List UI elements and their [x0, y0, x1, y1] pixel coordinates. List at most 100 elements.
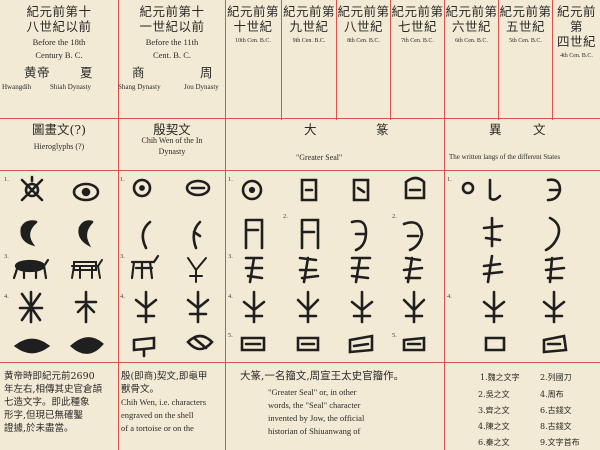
desc-cn: 證據,於未盡當。: [4, 423, 74, 434]
glyph-sun: [300, 178, 318, 202]
style-written-langs: 異 文 The written langs of the different S…: [445, 122, 600, 163]
dynasty-en: Shang Dynasty: [118, 83, 161, 91]
glyph-animal: [187, 257, 207, 283]
style-cn: 異: [489, 122, 502, 137]
desc-en: "Greater Seal" or, in other: [268, 387, 357, 397]
header-8th-century: 紀元前第 八世紀 8th Cen. B.C.: [337, 4, 390, 47]
header-cn-line: 紀元前第: [499, 4, 552, 19]
glyph-moon: [20, 220, 38, 247]
glyph-moon: [300, 218, 320, 250]
glyph-sun: [352, 178, 370, 202]
glyph-sun: [461, 181, 475, 195]
glyph-crescent: [78, 220, 94, 248]
list-item: 3.齊之文: [478, 406, 510, 415]
header-en-line: 4th Cen. B.C.: [560, 53, 593, 59]
glyph-tree: [242, 290, 266, 324]
glyph-tree: [296, 290, 320, 324]
style-cn: 大: [304, 122, 317, 137]
desc-cn: 七造文字。即此種象: [4, 397, 90, 408]
header-6th-century: 紀元前第 六世紀 6th Cen. B.C.: [445, 4, 498, 47]
header-en-line: 5th Cen. B.C.: [509, 38, 542, 44]
header-7th-century: 紀元前第 七世紀 7th Cen. B.C.: [391, 4, 444, 47]
list-item: 6.古錢文: [540, 406, 572, 415]
header-en-line: 9th Cen. B.C.: [292, 38, 326, 44]
glyph-sun-star: [20, 175, 44, 202]
header-cn-line: 九世紀: [289, 19, 329, 34]
glyph-animal: [350, 256, 372, 284]
glyph-mouth: [296, 336, 320, 352]
header-18th-century: 紀元前第十 八世紀以前 Before the 18th Century B. C…: [2, 4, 116, 91]
glyph-mouth: [70, 337, 104, 354]
header-cn-line: 五世紀: [505, 19, 545, 34]
style-en: Dynasty: [158, 147, 186, 156]
glyph-tree: [134, 290, 158, 324]
style-hieroglyphs: 圖畫文(?) Hieroglyphs (?): [2, 123, 116, 152]
glyph-animal: [298, 256, 320, 284]
glyph-tree: [402, 290, 426, 324]
header-cn-line: 紀元前第十: [139, 4, 205, 19]
list-item: 4.周布: [540, 390, 564, 399]
glyph-moon: [192, 220, 202, 250]
glyph-animal: [402, 256, 424, 284]
header-5th-century: 紀元前第 五世紀 5th Cen. B.C.: [499, 4, 552, 47]
header-cn-line: 十世紀: [233, 19, 273, 34]
glyph-mouth: [13, 338, 51, 354]
style-en: "Greater Seal": [296, 153, 343, 162]
header-11th-century: 紀元前第十 一世紀以前 Before the 11th Cent. B. C. …: [118, 4, 224, 91]
glyph-moon: [141, 220, 152, 250]
glyph-animal: [482, 254, 504, 284]
list-item: 1.魏之文字: [480, 373, 520, 382]
description-hieroglyphs: 黄帝時即紀元前2690 年左右,相傳其史官倉頡 七造文字。即此種象 形字,但現已…: [4, 370, 116, 435]
header-cn-line: 紀元前第: [556, 4, 596, 34]
header-10th-century: 紀元前第 十世紀 10th Cen. B.C.: [226, 4, 280, 47]
header-cn-line: 七世紀: [397, 19, 437, 34]
header-cn-line: 六世紀: [451, 19, 491, 34]
dynasty-en: Hwangdih: [2, 83, 32, 91]
style-en: The written langs of the different State…: [449, 153, 561, 161]
header-9th-century: 紀元前第 九世紀 9th Cen. B.C.: [282, 4, 336, 47]
header-cn-line: 紀元前第: [391, 4, 444, 19]
glyph-grid: [12, 175, 568, 358]
list-item: 9.文字首布: [540, 438, 580, 447]
header-cn-line: 紀元前第: [445, 4, 498, 19]
header-en-line: Century B. C.: [35, 50, 83, 60]
header-cn-line: 八世紀以前: [26, 19, 92, 34]
dynasty-cn: 周: [200, 65, 214, 80]
glyph-tree: [350, 290, 374, 324]
glyph-mouth: [186, 334, 214, 351]
style-cn: 篆: [376, 122, 389, 137]
row-rule: [0, 362, 600, 363]
desc-cn: 殷(即商)契文,即龜甲: [121, 371, 208, 382]
glyph-moon: [350, 219, 368, 252]
header-en-line: 10th Cen. B.C.: [235, 38, 271, 44]
script-history-chart: 紀元前第十 八世紀以前 Before the 18th Century B. C…: [0, 0, 600, 450]
style-en: Chih Wen of the In: [141, 136, 203, 145]
desc-cn: 形字,但現已無確鑿: [4, 410, 84, 421]
desc-cn: 年左右,相傳其史官倉頡: [4, 384, 103, 395]
style-chih-wen: 殷契文 Chih Wen of the In Dynasty: [120, 123, 224, 157]
header-en-line: Cent. B. C.: [152, 50, 192, 60]
glyph-animal: [71, 259, 103, 279]
glyph-mouth: [132, 336, 156, 358]
glyph-moon: [482, 216, 504, 248]
list-item: 4.陳之文: [478, 422, 510, 431]
header-cn-line: 紀元前第: [282, 4, 335, 19]
desc-en: engraved on the shell: [121, 410, 194, 420]
glyph-sun: [404, 176, 426, 200]
header-cn-line: 紀元前第: [226, 4, 279, 19]
glyph-sun: [546, 178, 562, 202]
description-chih-wen: 殷(即商)契文,即龜甲 獸骨文。 Chih Wen, i.e. characte…: [121, 370, 223, 435]
glyph-tree: [186, 290, 210, 324]
glyph-mouth: [484, 336, 506, 352]
style-greater-seal: 大 篆 "Greater Seal": [226, 122, 444, 163]
glyph-moon: [244, 218, 264, 250]
header-cn-line: 四世紀: [556, 34, 596, 49]
glyph-animal: [544, 256, 566, 284]
header-cn-line: 紀元前第: [337, 4, 390, 19]
header-4th-century: 紀元前第 四世紀 4th Cen. B.C.: [553, 4, 600, 62]
glyph-moon: [402, 221, 424, 252]
dynasty-cn: 商: [132, 65, 146, 80]
dynasty-en: Jou Dynasty: [184, 83, 219, 91]
desc-en: historian of Shiuanwang of: [268, 426, 361, 436]
header-en-line: Before the 11th: [145, 37, 199, 47]
